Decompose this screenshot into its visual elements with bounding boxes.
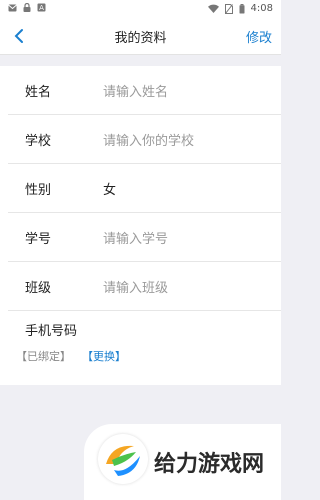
school-input[interactable]: 请输入你的学校 bbox=[103, 130, 194, 149]
name-input[interactable]: 请输入姓名 bbox=[103, 81, 168, 100]
status-bar: A 4:08 bbox=[0, 0, 281, 18]
class-label: 班级 bbox=[25, 281, 52, 296]
nav-bar: 我的资料 修改 bbox=[0, 18, 281, 55]
student-id-input[interactable]: 请输入学号 bbox=[103, 228, 168, 247]
app-a-icon: A bbox=[37, 3, 46, 12]
student-id-label: 学号 bbox=[25, 232, 52, 247]
profile-form: 姓名 请输入姓名 学校 请输入你的学校 性别 女 学号 请输入学号 班级 请输入… bbox=[0, 66, 281, 385]
gender-row[interactable]: 性别 女 bbox=[8, 164, 281, 213]
status-right-icons: 4:08 bbox=[207, 3, 273, 14]
phone-bound-badge: 【已绑定】 bbox=[16, 350, 71, 363]
gender-label: 性别 bbox=[25, 183, 52, 198]
svg-text:A: A bbox=[39, 4, 44, 12]
status-time: 4:08 bbox=[250, 3, 273, 14]
edit-button[interactable]: 修改 bbox=[246, 27, 272, 46]
battery-icon bbox=[239, 3, 245, 13]
phone-label-row: 手机号码 bbox=[8, 311, 281, 343]
phone-status-row: 【已绑定】 【更换】 bbox=[0, 343, 281, 385]
watermark-logo-icon bbox=[98, 434, 148, 484]
status-left-icons: A bbox=[8, 3, 46, 12]
school-row[interactable]: 学校 请输入你的学校 bbox=[8, 115, 281, 164]
mail-icon bbox=[8, 4, 17, 11]
gender-value[interactable]: 女 bbox=[103, 179, 116, 198]
change-phone-link[interactable]: 【更换】 bbox=[82, 348, 126, 364]
watermark: 给力游戏网 bbox=[84, 424, 281, 500]
name-row[interactable]: 姓名 请输入姓名 bbox=[8, 66, 281, 115]
page-title: 我的资料 bbox=[114, 31, 167, 46]
class-input[interactable]: 请输入班级 bbox=[103, 277, 168, 296]
school-label: 学校 bbox=[25, 134, 52, 149]
wifi-icon bbox=[207, 4, 219, 13]
no-sim-icon bbox=[224, 3, 233, 14]
watermark-text: 给力游戏网 bbox=[154, 452, 265, 477]
name-label: 姓名 bbox=[25, 85, 52, 100]
phone-label: 手机号码 bbox=[25, 324, 78, 339]
class-row[interactable]: 班级 请输入班级 bbox=[8, 262, 281, 311]
lock-icon bbox=[23, 3, 31, 12]
student-id-row[interactable]: 学号 请输入学号 bbox=[8, 213, 281, 262]
